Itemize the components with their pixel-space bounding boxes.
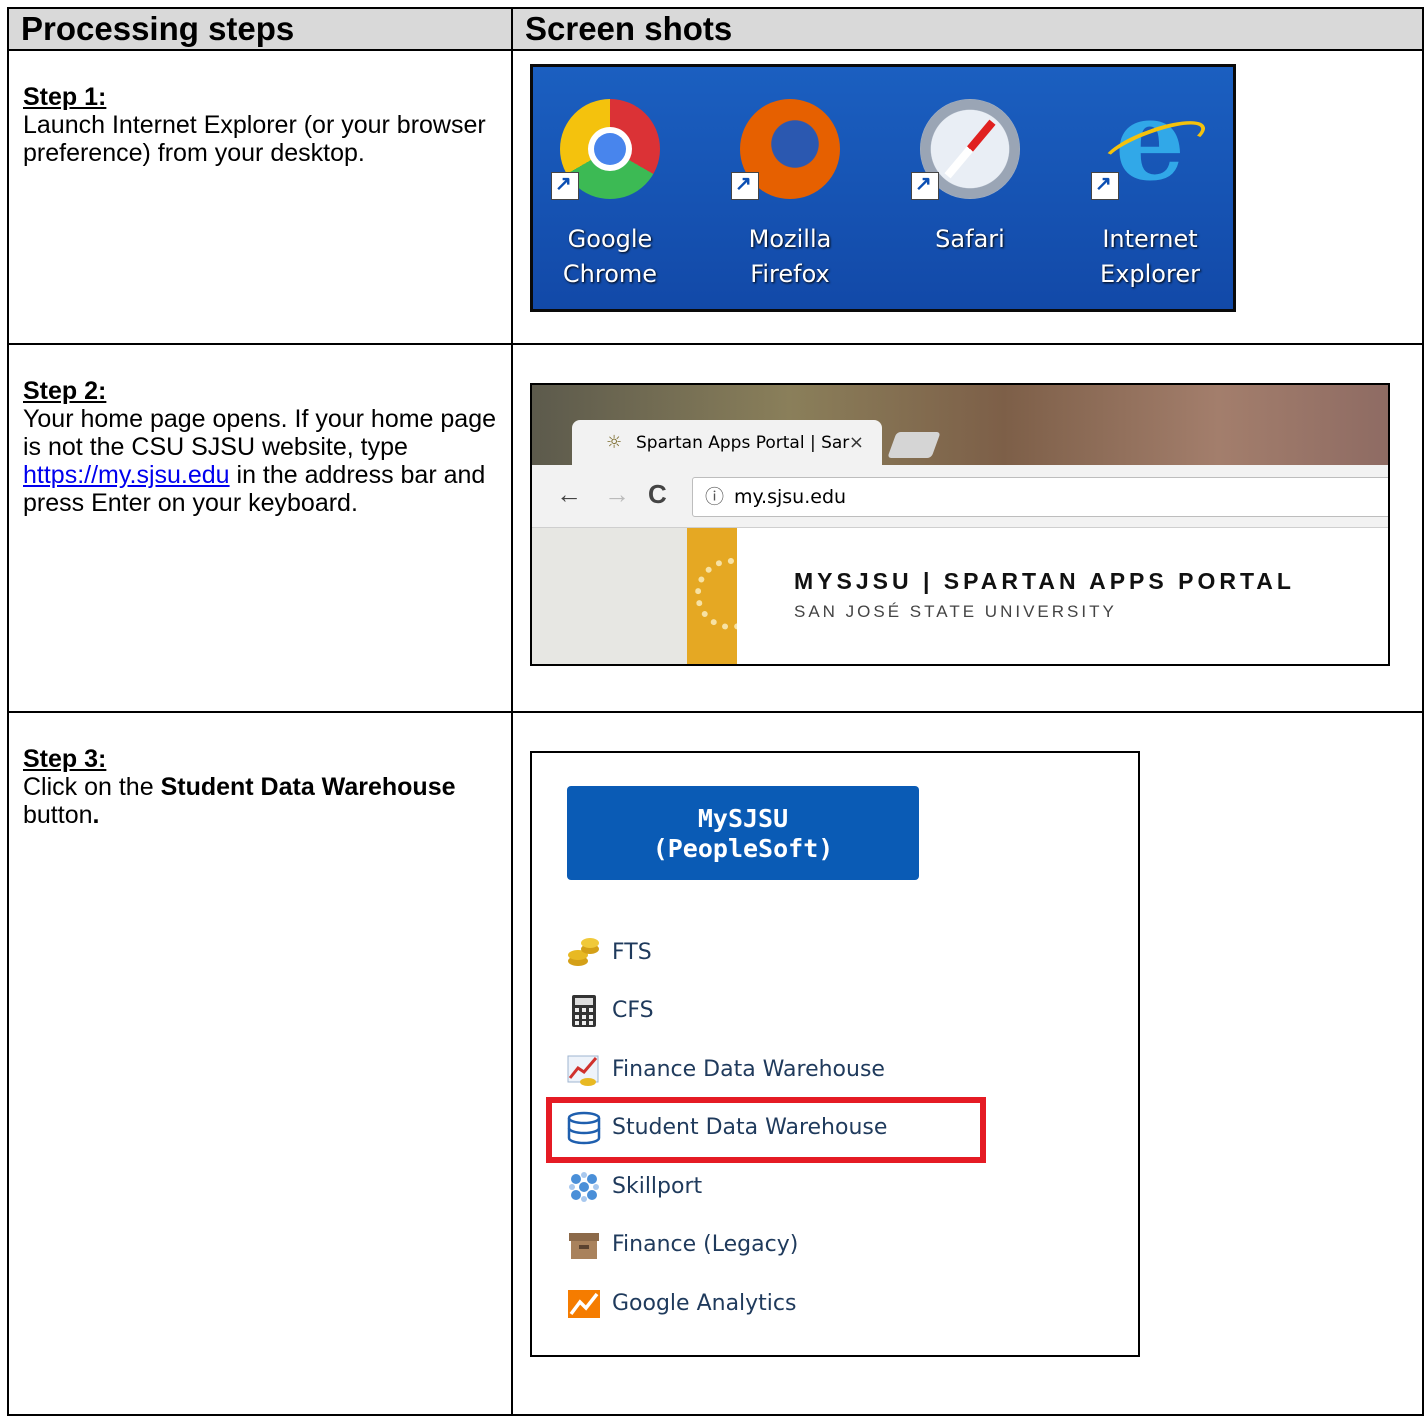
step-3-title: Step 3: <box>23 744 107 773</box>
portal-title: MYSJSU | SPARTAN APPS PORTAL <box>794 568 1295 595</box>
archive-box-icon <box>569 1233 599 1260</box>
step-1-title: Step 1: <box>23 83 107 112</box>
step-3-period: . <box>92 800 100 829</box>
app-link-finance-legacy[interactable]: Finance (Legacy) <box>566 1225 1126 1284</box>
app-label: Skillport <box>612 1173 703 1199</box>
step-2-screenshot: ☼ Spartan Apps Portal | Sar × ← → C ⓘ my.s… <box>511 343 1424 713</box>
sjsu-gold-banner <box>687 528 737 665</box>
skillport-icon <box>569 1171 599 1202</box>
calculator-icon <box>572 995 596 1028</box>
step-2-title: Step 2: <box>23 377 107 406</box>
back-icon[interactable]: ← <box>556 479 582 510</box>
header-processing-steps: Processing steps <box>7 6 513 52</box>
desktop-icon-label: Firefox <box>750 260 830 289</box>
desktop-screenshot: Google Chrome Mozilla Firefox Safari <box>530 64 1236 313</box>
instructions-table: Processing steps Screen shots Step 1: La… <box>7 6 1424 1416</box>
shortcut-arrow-icon <box>911 171 939 201</box>
step-3-bold-text: Student Data Warehouse <box>160 772 456 801</box>
mysjsu-peoplesoft-button[interactable]: MySJSU (PeopleSoft) <box>567 785 919 880</box>
analytics-icon <box>568 1289 600 1318</box>
desktop-icon-label: Explorer <box>1100 260 1200 289</box>
address-toolbar: ← → C ⓘ my.sjsu.edu <box>532 465 1388 529</box>
shortcut-arrow-icon <box>731 171 759 201</box>
app-label: Finance Data Warehouse <box>612 1056 885 1082</box>
browser-screenshot: ☼ Spartan Apps Portal | Sar × ← → C ⓘ my.s… <box>530 383 1390 667</box>
header-screen-shots: Screen shots <box>511 6 1424 52</box>
desktop-icon-firefox[interactable]: Mozilla Firefox <box>715 77 865 297</box>
step-2-cell: Step 2: Your home page opens. If your ho… <box>7 343 513 713</box>
desktop-icon-label: Chrome <box>562 260 658 289</box>
step-3-text-after: button <box>23 800 93 829</box>
step-1-cell: Step 1: Launch Internet Explorer (or you… <box>7 49 513 346</box>
app-label: Google Analytics <box>612 1290 797 1316</box>
desktop-icon-label: Mozilla <box>748 225 832 254</box>
app-link-fts[interactable]: FTS <box>566 933 1126 992</box>
app-label: CFS <box>612 998 654 1024</box>
step-3-cell: Step 3: Click on the Student Data Wareho… <box>7 710 513 1416</box>
app-label: FTS <box>612 939 652 965</box>
address-url: my.sjsu.edu <box>734 486 847 509</box>
step-1-text: Launch Internet Explorer (or your browse… <box>23 111 486 168</box>
portal-page: MYSJSU | SPARTAN APPS PORTAL SAN JOSÉ ST… <box>532 528 1388 665</box>
reload-icon[interactable]: C <box>648 479 667 510</box>
shortcut-arrow-icon <box>1091 171 1119 201</box>
portal-subtitle: SAN JOSÉ STATE UNIVERSITY <box>794 602 1117 622</box>
info-icon[interactable]: ⓘ <box>705 486 724 508</box>
student-data-warehouse-highlight <box>546 1096 986 1163</box>
coins-icon <box>568 937 599 966</box>
step-3-screenshot: MySJSU (PeopleSoft) FTS CFS Finance Data… <box>511 710 1424 1416</box>
page-left-panel <box>532 528 687 665</box>
tab-close-icon[interactable]: × <box>849 420 864 466</box>
step-2-text: Your home page opens. If your home page … <box>23 405 497 462</box>
ps-button-line1: MySJSU <box>697 803 789 833</box>
desktop-icon-label: Internet <box>1102 225 1198 254</box>
portal-list-screenshot: MySJSU (PeopleSoft) FTS CFS Finance Data… <box>530 750 1140 1357</box>
desktop-icon-label: Google <box>567 225 653 254</box>
app-link-cfs[interactable]: CFS <box>566 991 1126 1050</box>
tab-title: Spartan Apps Portal | Sar <box>636 433 850 454</box>
app-link-google-analytics[interactable]: Google Analytics <box>566 1284 1126 1343</box>
desktop-icon-internet-explorer[interactable]: e InternetExplorer <box>1075 77 1225 297</box>
desktop-icon-label: Safari <box>935 225 1005 254</box>
step-3-text: Click on the <box>23 772 161 801</box>
browser-tab[interactable]: ☼ Spartan Apps Portal | Sar × <box>572 420 882 467</box>
spartan-favicon-icon: ☼ <box>606 432 623 454</box>
forward-icon[interactable]: → <box>604 479 630 510</box>
app-link-skillport[interactable]: Skillport <box>566 1167 1126 1226</box>
shortcut-arrow-icon <box>551 171 579 201</box>
chart-coins-icon <box>567 1055 599 1086</box>
sjsu-url-link[interactable]: https://my.sjsu.edu <box>23 461 230 489</box>
desktop-icon-chrome[interactable]: Google Chrome <box>535 77 685 297</box>
step-1-screenshot: Google Chrome Mozilla Firefox Safari <box>511 49 1424 346</box>
desktop-icon-safari[interactable]: Safari <box>895 77 1045 297</box>
ps-button-line2: (PeopleSoft) <box>652 833 834 863</box>
address-bar[interactable]: ⓘ my.sjsu.edu <box>692 477 1388 518</box>
app-label: Finance (Legacy) <box>612 1232 799 1258</box>
